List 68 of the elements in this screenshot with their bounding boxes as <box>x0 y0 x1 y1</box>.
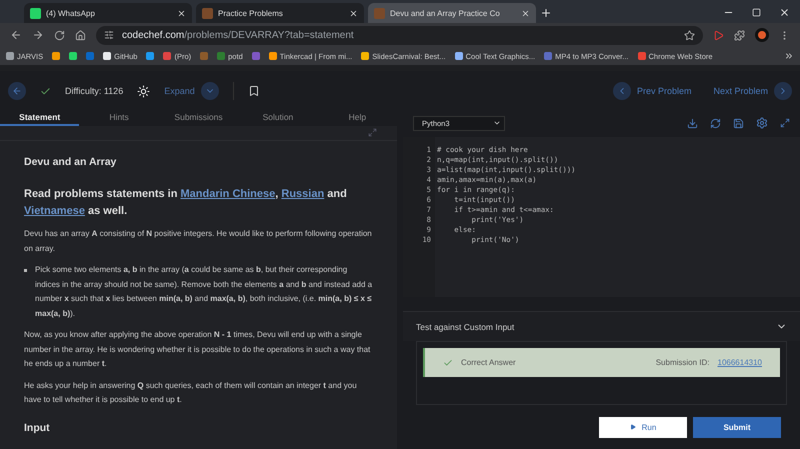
check-icon <box>443 358 453 368</box>
bookmark-icon[interactable] <box>52 52 60 60</box>
bookmark-icon[interactable] <box>69 52 78 60</box>
address-bar[interactable]: codechef.com/problems/DEVARRAY?tab=statement <box>96 26 703 44</box>
difficulty-label: Difficulty: 1126 <box>65 86 124 96</box>
reload-icon[interactable] <box>54 30 65 40</box>
extensions-icon[interactable] <box>734 30 745 40</box>
close-icon[interactable] <box>177 8 186 18</box>
problem-tab[interactable]: Submissions <box>158 111 238 126</box>
star-icon[interactable] <box>684 30 695 40</box>
bookmark-icon[interactable] <box>248 85 260 97</box>
bookmark-icon[interactable] <box>268 52 277 60</box>
run-button[interactable]: Run <box>599 416 687 438</box>
browser-tab[interactable]: (4) WhatsApp <box>24 3 192 23</box>
bookmark-icon[interactable] <box>103 52 112 60</box>
language-link[interactable]: Mandarin Chinese <box>180 188 276 200</box>
next-problem-link[interactable]: Next Problem <box>713 82 792 100</box>
tab-title: Devu and an Array Practice Co <box>390 8 501 18</box>
site-icon <box>30 8 41 18</box>
problem-tab[interactable]: Hints <box>79 111 159 126</box>
browser-tab[interactable]: Practice Problems <box>196 3 364 23</box>
problem-tab[interactable]: Help <box>318 111 398 126</box>
extension-icon[interactable] <box>713 30 724 40</box>
url-text: codechef.com/problems/DEVARRAY?tab=statement <box>122 30 354 40</box>
language-link[interactable]: Vietnamese <box>24 205 85 217</box>
language-link[interactable]: Russian <box>281 188 324 200</box>
bullet-icon <box>24 269 27 272</box>
back-button[interactable] <box>8 82 26 100</box>
settings-icon[interactable] <box>756 117 768 129</box>
statement-paragraph: Now, as you know after applying the above operation N - 1 times, Devu will end up with a single number in the array. He is wondering whether it is possible to do the operations in such a way that he ends up a number t. <box>24 329 372 370</box>
statement-paragraph: He asks your help in answering Q such queries, each of them will contain an integer t and you have to tell whether it is possible to end up t. <box>24 380 358 406</box>
close-icon[interactable] <box>349 8 358 18</box>
submission-label: Submission ID: <box>656 358 710 367</box>
save-icon[interactable] <box>733 118 744 128</box>
theme-icon[interactable] <box>137 84 150 98</box>
site-settings-icon[interactable] <box>104 30 114 40</box>
dropdown-icon <box>493 119 501 127</box>
site-icon <box>374 8 385 18</box>
statement-paragraph: Devu has an array A consisting of N positive integers. He would like to perform following operation on array. <box>24 228 373 255</box>
problem-tab[interactable]: Statement <box>0 111 80 126</box>
language-note: Read problems statements in Mandarin Chinese, Russian and Vietnamese as well. <box>24 187 348 219</box>
tab-title: Practice Problems <box>218 8 284 18</box>
new-tab-icon[interactable] <box>540 7 552 19</box>
bullet-text: Pick some two elements a, b in the array (a could be same as b, but their corresponding indices in the array should not be same). Remove both the elements a and b and instead add a number x such that x lies between min(a, b) and max(a, b), both inclusive, (i.e. min(a, b) ≤ x ≤ max(a, b)). <box>35 264 373 320</box>
submit-button[interactable]: Submit <box>693 416 781 438</box>
browser-tab[interactable]: Devu and an Array Practice Co <box>368 3 536 23</box>
site-icon <box>202 8 213 18</box>
section-heading: Input <box>24 420 51 435</box>
prev-problem-link[interactable]: Prev Problem <box>612 82 692 100</box>
download-icon[interactable] <box>687 118 698 128</box>
forward-icon[interactable] <box>32 29 44 41</box>
close-icon[interactable] <box>779 7 790 18</box>
more-bookmarks-icon[interactable] <box>784 51 794 61</box>
result-status: Correct Answer <box>461 358 516 367</box>
close-icon[interactable] <box>521 8 530 18</box>
play-icon <box>630 424 636 430</box>
problem-title: Devu and an Array <box>24 154 118 169</box>
fullscreen-icon[interactable] <box>780 118 790 128</box>
back-icon[interactable] <box>10 29 22 41</box>
bookmark-icon[interactable] <box>454 52 463 60</box>
tab-title: (4) WhatsApp <box>46 8 96 18</box>
avatar-icon[interactable] <box>755 28 769 42</box>
home-icon[interactable] <box>75 30 86 40</box>
restore-icon[interactable] <box>752 8 761 17</box>
problem-tab[interactable]: Solution <box>238 111 318 126</box>
back-icon <box>12 86 22 96</box>
bookmark-icon[interactable] <box>361 52 370 60</box>
reset-icon[interactable] <box>710 118 721 128</box>
